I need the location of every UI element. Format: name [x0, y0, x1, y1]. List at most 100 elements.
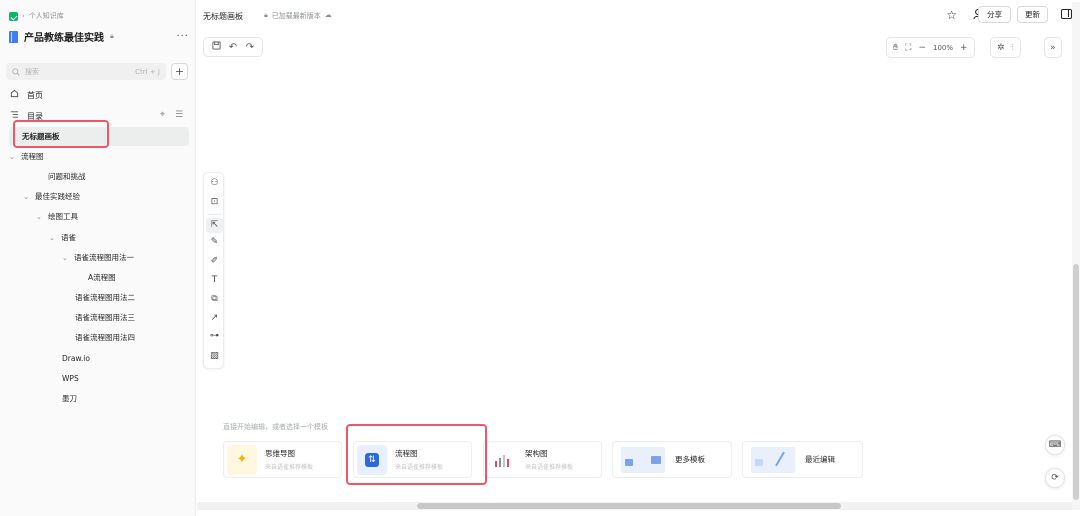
pen-icon[interactable]: ✎ — [204, 237, 225, 247]
breadcrumb-label[interactable]: 个人知识库 — [29, 11, 64, 21]
text-box-icon[interactable]: T — [204, 275, 225, 285]
double-chevron-right-icon[interactable]: » — [1050, 43, 1056, 53]
knowledge-base-header: 产品教练最佳实践 🔒︎ ··· — [9, 29, 189, 44]
template-subtitle: 来自语雀推荐模板 — [265, 464, 314, 471]
tree-item-drawing-tools[interactable]: ⌄ 绘图工具 — [36, 207, 78, 226]
lock-icon: 🔒︎ — [264, 11, 268, 19]
breadcrumb-separator: › — [22, 12, 25, 20]
tree-item-label: 墨刀 — [62, 394, 77, 403]
redo-icon[interactable]: ↷ — [243, 42, 257, 53]
template-hint: 直接开始编辑，或者选择一个模板 — [223, 423, 328, 431]
tree-item-label: Draw.io — [62, 354, 90, 363]
keyboard-shortcuts-icon[interactable]: ⌨ — [1045, 435, 1065, 455]
connector-icon[interactable]: ↗ — [204, 313, 225, 323]
chevron-down-icon[interactable]: ⌄ — [62, 254, 74, 262]
chevron-down-icon[interactable]: ⌄ — [49, 234, 61, 242]
mindmap-node-icon[interactable]: ⊶ — [204, 331, 225, 341]
template-title: 最近编辑 — [805, 455, 835, 464]
tree-item-yuque-usage-2[interactable]: 语雀流程图用法二 — [75, 288, 135, 307]
cloud-icon: ☁ — [324, 11, 332, 19]
tree-item-label: 语雀流程图用法四 — [75, 333, 135, 342]
template-title: 思维导图 — [265, 449, 295, 458]
undo-icon[interactable]: ↶ — [226, 42, 240, 53]
tree-item-label: 问题和挑战 — [48, 172, 86, 181]
document-title[interactable]: 无标题画板 — [203, 11, 243, 22]
tree-item-wps[interactable]: WPS — [62, 369, 79, 388]
canvas-extra-toolbar: ✲ ⫶ — [990, 37, 1021, 58]
book-icon — [9, 30, 18, 43]
tree-item-label: 绘图工具 — [48, 212, 78, 221]
bar-chart-icon — [487, 444, 517, 475]
zoom-out-button[interactable]: − — [918, 43, 926, 53]
sidebar: › 个人知识库 产品教练最佳实践 🔒︎ ··· 搜索 Ctrl + J + 首页… — [0, 0, 196, 516]
chevron-down-icon[interactable]: ⌄ — [36, 213, 48, 221]
template-thumbnail — [751, 446, 795, 473]
tree-item-yuque[interactable]: ⌄ 语雀 — [49, 228, 76, 247]
marker-icon[interactable]: ✐ — [204, 256, 225, 266]
tool-divider — [208, 214, 221, 215]
lock-icon: 🔒︎ — [110, 32, 114, 40]
add-button[interactable]: + — [171, 63, 188, 80]
nav-home[interactable]: 首页 — [9, 89, 43, 101]
magic-icon[interactable]: ✲ — [997, 43, 1005, 53]
chevron-down-icon[interactable]: ⌄ — [9, 153, 21, 161]
adjust-icon[interactable]: ⫶ — [1012, 43, 1014, 53]
chevron-down-icon[interactable]: ⌄ — [23, 193, 35, 201]
search-icon — [12, 67, 20, 76]
tree-item-label: 语雀流程图用法一 — [74, 253, 134, 262]
search-placeholder: 搜索 — [25, 67, 39, 76]
tree-item-best-practice[interactable]: ⌄ 最佳实践经验 — [23, 187, 80, 206]
template-mindmap[interactable]: ✦ 思维导图 来自语雀推荐模板 — [223, 441, 342, 478]
vertical-scrollbar[interactable] — [1072, 2, 1080, 510]
hand-icon[interactable]: ✋︎ — [893, 43, 898, 53]
tree-item-label: 流程图 — [21, 152, 44, 161]
tree-item-yuque-usage-1[interactable]: ⌄ 语雀流程图用法一 — [62, 248, 134, 267]
canvas-history-toolbar: ↶ ↷ — [203, 37, 263, 57]
knowledge-base-name[interactable]: 产品教练最佳实践 — [24, 29, 104, 44]
star-icon[interactable]: ☆ — [946, 8, 957, 23]
shapes-icon[interactable]: ⧉ — [204, 294, 225, 304]
tree-item-label: 语雀 — [61, 233, 76, 242]
tree-item-label: 语雀流程图用法三 — [75, 313, 135, 322]
tree-item-label: A流程图 — [88, 273, 116, 282]
tree-item-problems[interactable]: 问题和挑战 — [48, 167, 86, 186]
tree-item-drawio[interactable]: Draw.io — [62, 349, 90, 368]
tree-item-yuque-usage-4[interactable]: 语雀流程图用法四 — [75, 328, 135, 347]
tree-item-modao[interactable]: 墨刀 — [62, 389, 77, 408]
image-icon[interactable]: ▨ — [204, 351, 225, 361]
select-cursor-icon[interactable]: ⇱ — [206, 218, 223, 233]
drawing-tool-rail: ⚇ ⊡ ⇱ ✎ ✐ T ⧉ ↗ ⊶ ▨ — [203, 172, 224, 369]
tree-item-yuque-usage-3[interactable]: 语雀流程图用法三 — [75, 308, 135, 327]
gallery-icon[interactable]: ⊡ — [204, 197, 225, 207]
expand-toolbar: » — [1044, 37, 1062, 58]
more-icon[interactable]: ··· — [176, 31, 189, 42]
highlight-box-flowchart — [346, 424, 487, 485]
horizontal-scrollbar-thumb[interactable] — [417, 503, 841, 509]
tree-item-flowchart[interactable]: ⌄ 流程图 — [9, 147, 44, 166]
collapse-list-icon[interactable]: ☰ — [175, 110, 183, 120]
search-input[interactable]: 搜索 Ctrl + J — [6, 63, 166, 80]
template-architecture[interactable]: 架构图 来自语雀推荐模板 — [483, 441, 602, 478]
tree-item-a-flowchart[interactable]: A流程图 — [88, 268, 116, 287]
template-icon[interactable]: ⚇ — [204, 178, 225, 188]
template-recent[interactable]: 最近编辑 — [742, 441, 863, 478]
toc-actions: ⌖ ☰ — [160, 110, 183, 120]
share-button[interactable]: 分享 — [978, 6, 1011, 23]
template-more[interactable]: 更多模板 — [612, 441, 732, 478]
horizontal-scrollbar[interactable] — [197, 502, 1072, 510]
update-button[interactable]: 更新 — [1017, 6, 1048, 23]
panel-toggle-icon[interactable] — [1061, 9, 1072, 19]
template-title: 架构图 — [525, 449, 548, 458]
vertical-scrollbar-thumb[interactable] — [1073, 264, 1079, 500]
save-icon[interactable] — [209, 41, 223, 53]
fit-screen-icon[interactable]: ⛶ — [905, 43, 911, 53]
help-support-icon[interactable]: ⟳ — [1045, 468, 1065, 488]
breadcrumb[interactable]: › 个人知识库 — [9, 11, 64, 21]
locate-icon[interactable]: ⌖ — [160, 110, 165, 120]
save-status-text: 已加载最新版本 — [271, 12, 321, 20]
zoom-in-button[interactable]: + — [960, 43, 968, 53]
zoom-level[interactable]: 100% — [933, 44, 953, 52]
canvas-zoom-toolbar: ✋︎ ⛶ − 100% + — [886, 37, 975, 58]
template-title: 更多模板 — [675, 455, 705, 464]
nav-home-label: 首页 — [27, 90, 43, 100]
